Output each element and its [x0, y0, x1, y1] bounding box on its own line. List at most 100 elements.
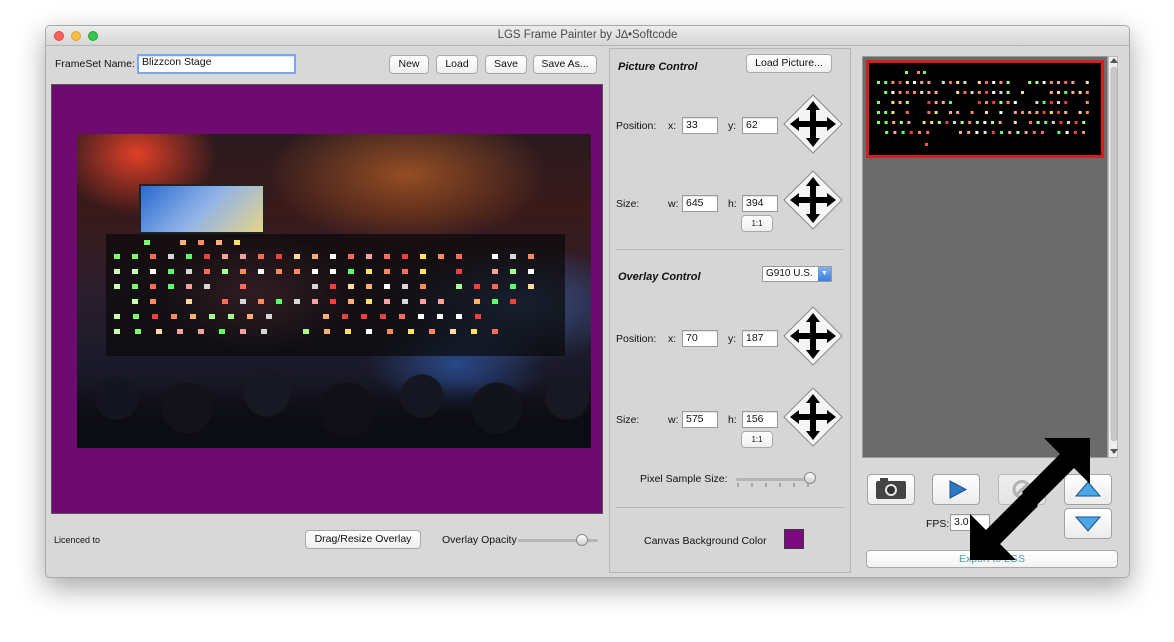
overlay-key-led: [234, 240, 240, 245]
thumbnail-pixel: [1085, 111, 1089, 114]
overlay-key-led: [276, 269, 282, 274]
overlay-h-input[interactable]: 156: [742, 411, 778, 428]
overlay-ratio-button[interactable]: 1:1: [741, 431, 773, 448]
overlay-key-led: [168, 284, 174, 289]
thumbnail-pixel: [1041, 131, 1044, 134]
thumbnail-pixel: [913, 91, 916, 94]
load-picture-button[interactable]: Load Picture...: [746, 54, 832, 73]
overlay-key-led: [114, 254, 120, 259]
overlay-key-led: [492, 299, 498, 304]
painting-canvas[interactable]: [51, 84, 603, 514]
app-window: LGS Frame Painter by J∆•Softcode FrameSe…: [45, 25, 1130, 578]
load-button[interactable]: Load: [436, 55, 478, 74]
thumbnail-pixel: [1074, 121, 1078, 124]
frameset-name-input[interactable]: Blizzcon Stage: [137, 54, 296, 74]
save-button[interactable]: Save: [485, 55, 527, 74]
new-button[interactable]: New: [389, 55, 429, 74]
preview-scrollbar[interactable]: [1108, 56, 1118, 458]
chevron-down-icon[interactable]: ▼: [818, 267, 831, 281]
thumbnail-pixel: [884, 121, 888, 124]
picture-y-input[interactable]: 62: [742, 117, 778, 134]
overlay-key-led: [222, 269, 228, 274]
overlay-size-four-way-arrow-icon[interactable]: [782, 386, 844, 448]
overlay-key-led: [492, 269, 498, 274]
overlay-key-led: [190, 314, 196, 319]
thumbnail-pixel: [945, 121, 949, 124]
background-picture[interactable]: [77, 134, 591, 448]
thumbnail-pixel: [999, 81, 1003, 84]
overlay-key-led: [168, 254, 174, 259]
overlay-x-input[interactable]: 70: [682, 330, 718, 347]
picture-h-input[interactable]: 394: [742, 195, 778, 212]
picture-w-input[interactable]: 645: [682, 195, 718, 212]
frame-preview-list[interactable]: [862, 56, 1108, 458]
keyboard-overlay[interactable]: [106, 234, 565, 356]
overlay-key-led: [366, 269, 372, 274]
overlay-key-led: [330, 284, 336, 289]
overlay-key-led: [132, 284, 138, 289]
overlay-key-led: [380, 314, 386, 319]
overlay-key-led: [474, 284, 480, 289]
overlay-opacity-label: Overlay Opacity: [442, 534, 517, 546]
overlay-key-led: [429, 329, 435, 334]
thumbnail-pixel: [1013, 111, 1017, 114]
thumbnail-pixel: [1000, 131, 1003, 134]
picture-ratio-button[interactable]: 1:1: [741, 215, 773, 232]
overlay-key-led: [144, 240, 150, 245]
overlay-position-four-way-arrow-icon[interactable]: [782, 305, 844, 367]
overlay-key-led: [228, 314, 234, 319]
overlay-key-led: [150, 299, 156, 304]
capture-frame-button[interactable]: [867, 474, 915, 505]
overlay-key-led: [152, 314, 158, 319]
overlay-y-input[interactable]: 187: [742, 330, 778, 347]
overlay-key-led: [420, 269, 426, 274]
overlay-key-led: [186, 299, 192, 304]
picture-position-four-way-arrow-icon[interactable]: [782, 93, 844, 155]
overlay-key-led: [420, 254, 426, 259]
pixel-sample-ticks: [737, 483, 809, 487]
thumbnail-pixel: [898, 101, 902, 104]
overlay-key-led: [456, 254, 462, 259]
thumbnail-pixel: [959, 131, 962, 134]
overlay-key-led: [198, 240, 204, 245]
thumbnail-pixel: [985, 111, 988, 114]
drag-resize-overlay-button[interactable]: Drag/Resize Overlay: [305, 530, 421, 549]
thumbnail-pixel: [1057, 111, 1060, 114]
overlay-key-led: [132, 269, 138, 274]
overlay-key-led: [186, 284, 192, 289]
picture-size-four-way-arrow-icon[interactable]: [782, 169, 844, 231]
overlay-key-led: [177, 329, 183, 334]
frame-thumbnail-pixels: [877, 71, 1089, 146]
overlay-key-led: [456, 284, 462, 289]
overlay-key-led: [510, 284, 516, 289]
pixel-sample-track[interactable]: [736, 478, 814, 481]
picture-w-label: w:: [668, 198, 679, 210]
thumbnail-pixel: [1067, 121, 1070, 124]
overlay-y-label: y:: [728, 333, 737, 345]
save-as-button[interactable]: Save As...: [533, 55, 597, 74]
overlay-key-led: [402, 269, 408, 274]
thumbnail-pixel: [937, 121, 941, 124]
overlay-opacity-slider[interactable]: [576, 534, 588, 546]
picture-x-input[interactable]: 33: [682, 117, 718, 134]
overlay-key-led: [312, 284, 318, 289]
frame-thumbnail[interactable]: [866, 60, 1104, 158]
canvas-bg-color-swatch[interactable]: [784, 529, 804, 549]
thumbnail-pixel: [992, 91, 996, 94]
thumbnail-pixel: [991, 131, 995, 134]
overlay-key-led: [168, 269, 174, 274]
thumbnail-pixel: [1064, 81, 1068, 84]
overlay-key-led: [402, 254, 408, 259]
overlay-w-input[interactable]: 575: [682, 411, 718, 428]
overlay-key-led: [450, 329, 456, 334]
overlay-key-led: [114, 284, 120, 289]
thumbnail-pixel: [991, 121, 994, 124]
overlay-key-led: [348, 254, 354, 259]
thumbnail-pixel: [1042, 111, 1046, 114]
thumbnail-pixel: [899, 121, 903, 124]
thumbnail-pixel: [1078, 91, 1082, 94]
overlay-key-led: [528, 284, 534, 289]
pixel-sample-slider[interactable]: [804, 472, 817, 484]
keyboard-model-select[interactable]: G910 U.S. ▼: [762, 266, 832, 282]
overlay-key-led: [387, 329, 393, 334]
